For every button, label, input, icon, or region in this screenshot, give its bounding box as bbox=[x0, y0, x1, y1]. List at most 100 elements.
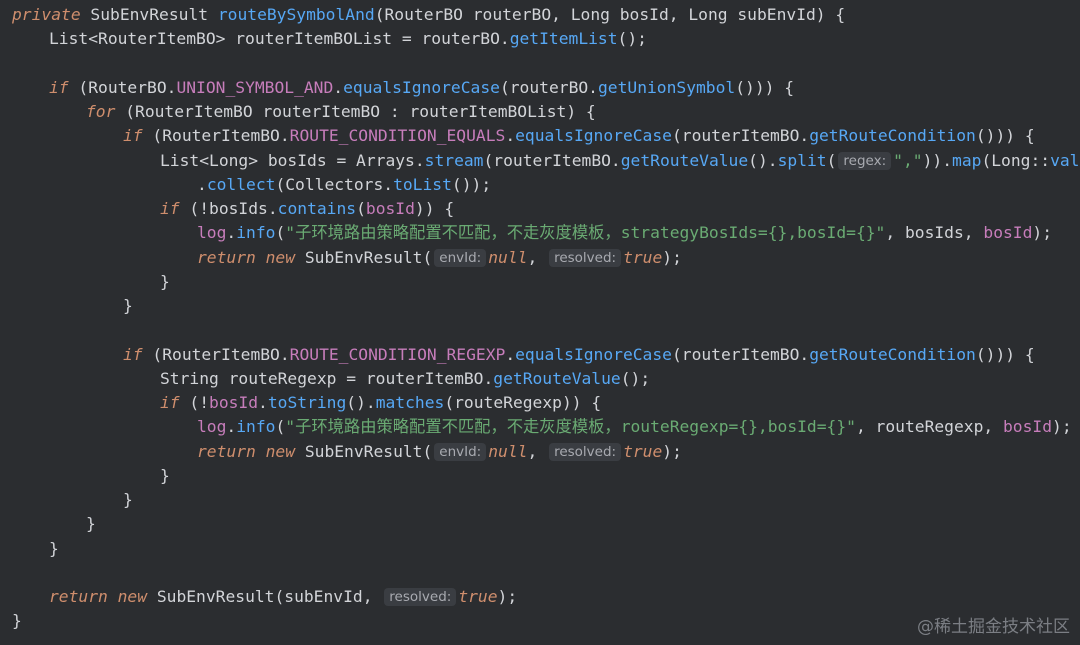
code-token: ())) { bbox=[975, 126, 1035, 146]
code-token: new bbox=[265, 441, 305, 461]
code-token: return bbox=[49, 587, 118, 606]
code-token: . bbox=[226, 223, 237, 243]
code-token: bosId bbox=[983, 223, 1033, 243]
code-line[interactable] bbox=[0, 52, 1080, 76]
code-token: , bbox=[527, 247, 548, 267]
code-token: equalsIgnoreCase bbox=[515, 344, 672, 364]
code-token: getItemList bbox=[509, 29, 618, 49]
code-token: . bbox=[258, 393, 268, 412]
code-line[interactable]: if (!bosIds.contains(bosId)) { bbox=[0, 197, 1080, 221]
code-line[interactable]: } bbox=[0, 488, 1080, 512]
code-token: (RouterItemBO. bbox=[152, 126, 290, 146]
code-token: valueOf bbox=[1050, 150, 1080, 170]
code-token: (routerItemBO. bbox=[671, 126, 810, 146]
code-token: (). bbox=[346, 393, 376, 412]
code-token: if bbox=[160, 199, 190, 218]
code-line[interactable]: if (RouterItemBO.ROUTE_CONDITION_EQUALS.… bbox=[0, 124, 1080, 148]
code-token: )). bbox=[922, 150, 953, 170]
code-token: ); bbox=[1052, 417, 1072, 437]
code-line[interactable]: private SubEnvResult routeBySymbolAnd(Ro… bbox=[0, 3, 1080, 27]
code-token: stream bbox=[424, 150, 484, 170]
code-token: routeBySymbolAnd bbox=[217, 5, 375, 24]
code-token: } bbox=[160, 271, 170, 291]
code-editor[interactable]: private SubEnvResult routeBySymbolAnd(Ro… bbox=[0, 0, 1080, 645]
code-token: (RouterBO routerBO, Long bosId, Long sub… bbox=[374, 5, 846, 24]
code-token: , bosIds, bbox=[885, 223, 984, 243]
code-line[interactable] bbox=[0, 318, 1080, 342]
code-line[interactable]: .collect(Collectors.toList()); bbox=[0, 173, 1080, 197]
code-token: null bbox=[488, 441, 528, 461]
code-token: "子环境路由策略配置不匹配，不走灰度模板，strategyBosIds={},b… bbox=[285, 223, 886, 243]
code-line[interactable]: return new SubEnvResult(subEnvId, resolv… bbox=[0, 585, 1080, 609]
code-token: List<Long> bosIds = Arrays. bbox=[160, 150, 425, 170]
code-token: } bbox=[86, 514, 96, 534]
code-token: (). bbox=[748, 150, 778, 170]
code-line[interactable]: } bbox=[0, 464, 1080, 488]
code-token: map bbox=[952, 150, 982, 170]
code-token: } bbox=[123, 296, 133, 315]
code-token: (Collectors. bbox=[275, 174, 394, 194]
code-token: SubEnvResult( bbox=[304, 247, 433, 267]
code-token: ); bbox=[497, 587, 518, 606]
code-token: bosId bbox=[209, 393, 259, 412]
code-line[interactable]: return new SubEnvResult(envId: null, reso… bbox=[0, 246, 1080, 270]
code-token: . bbox=[197, 174, 207, 194]
code-token: split bbox=[777, 150, 827, 170]
code-token: ); bbox=[662, 441, 682, 461]
code-token: info bbox=[236, 223, 276, 243]
code-token: ); bbox=[662, 247, 682, 267]
code-line[interactable]: } bbox=[0, 270, 1080, 294]
code-token: new bbox=[265, 247, 305, 267]
code-line[interactable]: log.info("子环境路由策略配置不匹配，不走灰度模板，strategyBo… bbox=[0, 221, 1080, 245]
code-token: (); bbox=[617, 29, 647, 49]
code-token: SubEnvResult(subEnvId, bbox=[156, 587, 383, 606]
code-token: ())) { bbox=[975, 344, 1035, 364]
code-token: ( bbox=[356, 199, 366, 218]
code-token: getUnionSymbol bbox=[597, 77, 736, 97]
code-token: . bbox=[505, 126, 516, 146]
code-line[interactable]: for (RouterItemBO routerItemBO : routerI… bbox=[0, 100, 1080, 124]
code-token: matches bbox=[375, 393, 445, 412]
code-token: SubEnvResult bbox=[90, 5, 218, 24]
code-token: SubEnvResult( bbox=[304, 441, 433, 461]
code-line[interactable]: } bbox=[0, 294, 1080, 318]
code-token: if bbox=[123, 344, 153, 364]
code-line[interactable]: List<RouterItemBO> routerItemBOList = ro… bbox=[0, 27, 1080, 51]
code-token: toList bbox=[393, 174, 452, 194]
code-token: if bbox=[49, 77, 79, 97]
code-token: } bbox=[49, 538, 59, 558]
code-token: return bbox=[197, 247, 266, 267]
code-token: (RouterItemBO. bbox=[152, 344, 290, 364]
code-token: , routeRegexp, bbox=[855, 417, 1003, 437]
code-token: toString bbox=[267, 393, 347, 412]
code-token: (!bosIds. bbox=[189, 199, 278, 218]
code-token: } bbox=[123, 490, 133, 509]
code-token: . bbox=[505, 344, 516, 364]
code-line[interactable]: } bbox=[0, 512, 1080, 536]
code-token: getRouteValue bbox=[620, 150, 749, 170]
code-line[interactable]: String routeRegexp = routerItemBO.getRou… bbox=[0, 367, 1080, 391]
code-line[interactable]: } bbox=[0, 537, 1080, 561]
code-token: ())) { bbox=[735, 77, 795, 97]
code-line[interactable]: log.info("子环境路由策略配置不匹配，不走灰度模板，routeRegex… bbox=[0, 415, 1080, 439]
code-token: . bbox=[333, 77, 344, 97]
code-token: List<RouterItemBO> routerItemBOList = ro… bbox=[49, 29, 510, 49]
code-token: log bbox=[197, 223, 227, 243]
code-line[interactable] bbox=[0, 561, 1080, 585]
code-line[interactable]: List<Long> bosIds = Arrays.stream(router… bbox=[0, 149, 1080, 173]
code-token: (RouterBO. bbox=[78, 77, 177, 97]
code-token: (routeRegexp)) { bbox=[444, 393, 602, 412]
code-token: new bbox=[117, 587, 157, 606]
code-line[interactable]: if (!bosId.toString().matches(routeRegex… bbox=[0, 391, 1080, 415]
code-token: } bbox=[160, 465, 170, 485]
code-token: bosId bbox=[365, 199, 415, 218]
code-lines: private SubEnvResult routeBySymbolAnd(Ro… bbox=[0, 3, 1080, 634]
code-line[interactable]: return new SubEnvResult(envId: null, reso… bbox=[0, 440, 1080, 464]
code-token: (Long:: bbox=[981, 150, 1051, 170]
code-line[interactable]: if (RouterBO.UNION_SYMBOL_AND.equalsIgno… bbox=[0, 76, 1080, 100]
code-token: private bbox=[12, 5, 91, 24]
code-line[interactable]: if (RouterItemBO.ROUTE_CONDITION_REGEXP.… bbox=[0, 343, 1080, 367]
code-token: bosId bbox=[1003, 417, 1053, 437]
code-token: (routerBO. bbox=[499, 77, 598, 97]
code-token: for bbox=[86, 102, 126, 121]
